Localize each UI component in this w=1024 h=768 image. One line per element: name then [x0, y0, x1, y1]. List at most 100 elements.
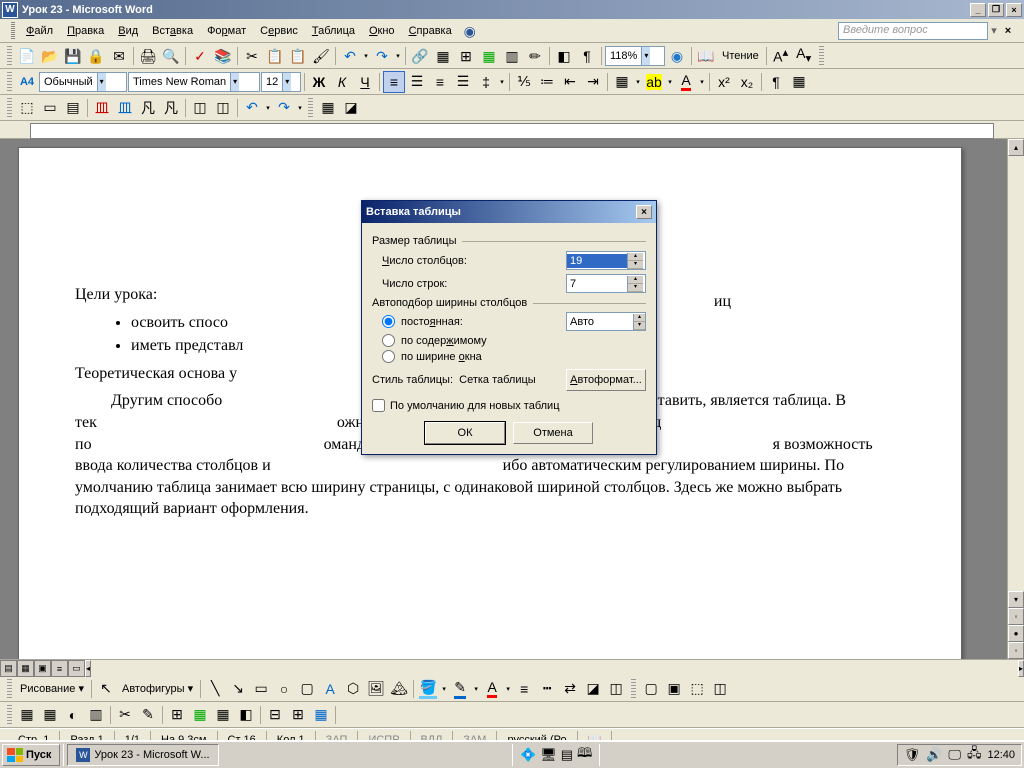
subscript-icon[interactable]: x₂ [736, 71, 758, 93]
radio-window[interactable] [382, 350, 395, 363]
insert-table-icon[interactable]: ⊞ [455, 45, 477, 67]
permission-icon[interactable]: 🔒 [85, 45, 107, 67]
drawing-toolbar-icon[interactable]: ✏ [524, 45, 546, 67]
extra-icon-7[interactable]: 凡 [160, 97, 182, 119]
tray-icon-1[interactable]: 💠 [520, 747, 536, 763]
textbox-icon[interactable]: ▢ [296, 678, 318, 700]
menu-tools[interactable]: Сервис [253, 22, 305, 40]
ltr-icon[interactable]: ¶ [765, 71, 787, 93]
highlight-icon[interactable]: ab [643, 71, 665, 93]
spin-down-icon[interactable]: ▾ [628, 261, 643, 269]
normal-view-icon[interactable]: ▤ [0, 660, 17, 677]
toolbar-grip[interactable] [7, 98, 12, 118]
outline-view-icon[interactable]: ≡ [51, 660, 68, 677]
tbl-icon-2[interactable]: ▦ [39, 704, 61, 726]
tbl-icon-1[interactable]: ▦ [16, 704, 38, 726]
print-preview-icon[interactable]: 🔍 [160, 45, 182, 67]
reading-label[interactable]: Чтение [718, 50, 763, 62]
help-search-input[interactable]: Введите вопрос [838, 22, 988, 40]
tbl-icon-11[interactable]: ⊟ [264, 704, 286, 726]
rows-input[interactable] [567, 277, 627, 291]
reading-layout-icon[interactable]: 📖 [695, 45, 717, 67]
toolbar-grip[interactable] [7, 72, 12, 92]
help-icon[interactable]: ◉ [459, 20, 481, 42]
columns-spinner[interactable]: ▴▾ [566, 251, 646, 270]
toolbar-grip[interactable] [819, 46, 824, 66]
italic-button[interactable]: К [331, 71, 353, 93]
menu-format[interactable]: Формат [200, 22, 253, 40]
toolbar-grip[interactable] [308, 98, 313, 118]
dialog-close-button[interactable]: × [636, 205, 652, 219]
undo-icon[interactable]: ↶ [339, 45, 361, 67]
rows-spinner[interactable]: ▴▾ [566, 274, 646, 293]
hyperlink-icon[interactable]: 🔗 [409, 45, 431, 67]
format-painter-icon[interactable]: 🖌 [310, 45, 332, 67]
scroll-up-icon[interactable]: ▴ [1008, 139, 1024, 156]
align-right-icon[interactable]: ≡ [429, 71, 451, 93]
tbl-icon-12[interactable]: ⊞ [287, 704, 309, 726]
zoom-combo[interactable]: 118%▾ [605, 46, 665, 66]
redo-icon[interactable]: ↷ [371, 45, 393, 67]
columns-icon[interactable]: ▥ [501, 45, 523, 67]
bold-button[interactable]: Ж [308, 71, 330, 93]
spin-up-icon[interactable]: ▴ [628, 253, 643, 261]
borders-icon[interactable]: ▦ [611, 71, 633, 93]
prev-page-icon[interactable]: ◦ [1008, 608, 1024, 625]
underline-button[interactable]: Ч [354, 71, 376, 93]
rectangle-icon[interactable]: ▭ [250, 678, 272, 700]
decrease-indent-icon[interactable]: ⇤ [559, 71, 581, 93]
line-style-icon[interactable]: ≡ [513, 678, 535, 700]
extra-icon-2[interactable]: ▭ [39, 97, 61, 119]
spin-down-icon[interactable]: ▾ [628, 284, 643, 292]
toolbar-grip[interactable] [7, 705, 12, 725]
tbl-icon-5[interactable]: ✂ [114, 704, 136, 726]
font-color-icon[interactable]: A [675, 71, 697, 93]
extra-icon-9[interactable]: ◫ [212, 97, 234, 119]
tray-icon-2[interactable]: 🖥 [540, 747, 557, 763]
extra-draw-4[interactable]: ◫ [709, 678, 731, 700]
next-page-icon[interactable]: ◦ [1008, 642, 1024, 659]
align-left-icon[interactable]: ≡ [383, 71, 405, 93]
tbl-icon-10[interactable]: ◧ [235, 704, 257, 726]
menu-window[interactable]: Окно [362, 22, 402, 40]
align-justify-icon[interactable]: ☰ [452, 71, 474, 93]
drawing-menu[interactable]: Рисование ▾ [16, 682, 88, 695]
numbered-list-icon[interactable]: ⅕ [513, 71, 535, 93]
checkbox-default[interactable] [372, 399, 385, 412]
extra-icon-11[interactable]: ◪ [340, 97, 362, 119]
align-center-icon[interactable]: ☰ [406, 71, 428, 93]
shadow-icon[interactable]: ◪ [582, 678, 604, 700]
tables-borders-icon[interactable]: ▦ [432, 45, 454, 67]
tray-icon-3[interactable]: ▤ [561, 747, 573, 763]
tray-display-icon[interactable]: 🖵 [948, 747, 961, 763]
tbl-icon-7[interactable]: ⊞ [166, 704, 188, 726]
superscript-icon[interactable]: x² [713, 71, 735, 93]
extra-icon-5[interactable]: 皿 [114, 97, 136, 119]
spin-down-icon[interactable]: ▾ [634, 322, 645, 330]
extra-icon-6[interactable]: 凡 [137, 97, 159, 119]
radio-fixed[interactable] [382, 315, 395, 328]
open-icon[interactable]: 📂 [39, 45, 61, 67]
grow-font-icon[interactable]: A▴ [770, 45, 792, 67]
redo-dropdown[interactable]: ▾ [394, 52, 402, 60]
browse-object-icon[interactable]: ● [1008, 625, 1024, 642]
tbl-icon-6[interactable]: ✎ [137, 704, 159, 726]
extra-icon-4[interactable]: 皿 [91, 97, 113, 119]
paste-icon[interactable]: 📋 [287, 45, 309, 67]
help-icon[interactable]: ◉ [666, 45, 688, 67]
shrink-font-icon[interactable]: A▾ [793, 45, 815, 67]
menu-view[interactable]: Вид [111, 22, 145, 40]
menu-edit[interactable]: Правка [60, 22, 111, 40]
new-doc-icon[interactable]: 📄 [16, 45, 38, 67]
tbl-icon-9[interactable]: ▦ [212, 704, 234, 726]
close-document-button[interactable]: × [1000, 25, 1016, 37]
autoformat-button[interactable]: Автоформат... [566, 369, 646, 391]
doc-map-icon[interactable]: ◧ [553, 45, 575, 67]
scroll-right-icon[interactable]: ▸ [1018, 660, 1024, 677]
extra-icon-1[interactable]: ⬚ [16, 97, 38, 119]
line-color-icon[interactable]: ✎ [449, 678, 471, 700]
styles-pane-icon[interactable]: A4 [16, 71, 38, 93]
fixed-width-spinner[interactable]: ▴▾ [566, 312, 646, 331]
extra-draw-3[interactable]: ⬚ [686, 678, 708, 700]
horizontal-ruler[interactable] [0, 121, 1024, 139]
